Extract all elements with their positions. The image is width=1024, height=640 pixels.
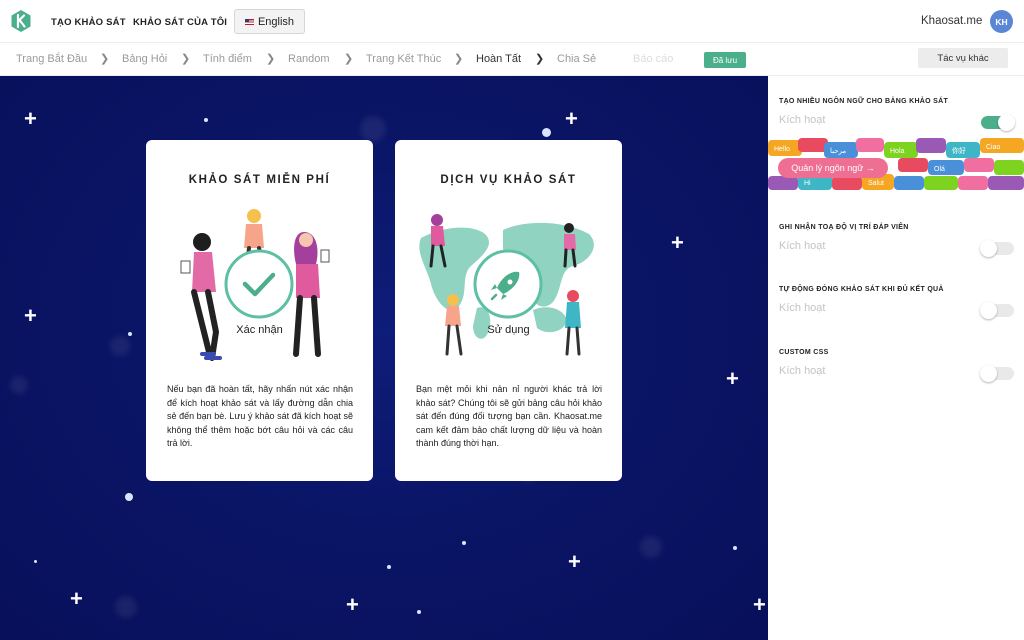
- custom-css-toggle[interactable]: [980, 365, 1014, 382]
- setting-title-location: GHI NHẬN TOẠ ĐỘ VỊ TRÍ ĐÁP VIÊN: [779, 224, 909, 231]
- sparkle-icon: +: [753, 592, 766, 617]
- sparkle-icon: +: [346, 592, 359, 617]
- chevron-right-icon: ❯: [535, 53, 545, 65]
- bokeh-dot: [115, 596, 137, 618]
- top-navbar: TẠO KHẢO SÁT KHẢO SÁT CỦA TÔI English Kh…: [0, 0, 1024, 43]
- survey-service-card[interactable]: DỊCH VỤ KHẢO SÁT Sử dụng Bạn mệt mỏi khi…: [395, 140, 622, 481]
- location-toggle[interactable]: [980, 240, 1014, 257]
- banner-word: Hello: [774, 146, 790, 153]
- sparkle-icon: +: [70, 586, 83, 611]
- language-banner: Hello مرحبا Hola 你好 Ciao Olá Hi Salut Qu…: [768, 138, 1024, 190]
- sparkle-icon: +: [24, 303, 37, 328]
- bokeh-dot: [10, 376, 28, 394]
- nav-my-surveys[interactable]: KHẢO SÁT CỦA TÔI: [133, 17, 227, 28]
- use-service-label[interactable]: Sử dụng: [395, 324, 622, 336]
- bokeh-dot: [110, 336, 130, 356]
- banner-word: Salut: [868, 180, 884, 187]
- setting-title-custom-css: CUSTOM CSS: [779, 349, 829, 356]
- star-dot: [34, 560, 37, 563]
- step-report: Báo cáo: [633, 53, 674, 65]
- saved-status-badge: Đã lưu: [704, 52, 746, 68]
- toggle-knob: [980, 365, 997, 382]
- main-canvas: + + + + + + + + + KHẢO SÁT MIỄN PHÍ Xác …: [0, 76, 768, 640]
- account-name[interactable]: Khaosat.me: [921, 15, 982, 27]
- nav-create-survey[interactable]: TẠO KHẢO SÁT: [51, 17, 126, 28]
- step-random[interactable]: Random: [288, 53, 330, 65]
- avatar[interactable]: KH: [990, 10, 1013, 33]
- star-dot: [417, 610, 421, 614]
- free-survey-card[interactable]: KHẢO SÁT MIỄN PHÍ Xác nhận Nếu bạn đã ho…: [146, 140, 373, 481]
- step-questionnaire[interactable]: Bảng Hỏi: [122, 53, 167, 65]
- card-title: DỊCH VỤ KHẢO SÁT: [440, 174, 577, 186]
- card-description: Nếu bạn đã hoàn tất, hãy nhấn nút xác nh…: [167, 384, 353, 448]
- multilanguage-toggle[interactable]: [981, 114, 1015, 131]
- banner-word: Hi: [804, 180, 811, 187]
- star-dot: [204, 118, 208, 122]
- setting-status-label: Kích hoạt: [779, 114, 826, 126]
- sparkle-icon: +: [568, 549, 581, 574]
- sparkle-icon: +: [671, 230, 684, 255]
- us-flag-icon: [244, 18, 254, 25]
- sparkle-icon: +: [24, 106, 37, 131]
- banner-word: 你好: [952, 146, 966, 155]
- step-start-page[interactable]: Trang Bắt Đầu: [16, 53, 87, 65]
- bokeh-dot: [640, 536, 662, 558]
- chevron-right-icon: ❯: [344, 53, 354, 65]
- banner-word: مرحبا: [830, 147, 846, 155]
- star-dot: [125, 493, 133, 501]
- star-dot: [387, 565, 391, 569]
- chevron-right-icon: ❯: [266, 53, 276, 65]
- settings-panel: TẠO NHIỀU NGÔN NGỮ CHO BẢNG KHẢO SÁT Kíc…: [768, 76, 1024, 640]
- chevron-right-icon: ❯: [181, 53, 191, 65]
- setting-status-label: Kích hoạt: [779, 365, 826, 377]
- star-dot: [733, 546, 737, 550]
- card-title: KHẢO SÁT MIỄN PHÍ: [188, 174, 331, 186]
- confirm-label[interactable]: Xác nhận: [146, 324, 373, 336]
- k-logo-icon[interactable]: [11, 10, 31, 32]
- star-dot: [462, 541, 466, 545]
- banner-word: Hola: [890, 148, 905, 155]
- toggle-knob: [980, 240, 997, 257]
- chevron-right-icon: ❯: [454, 53, 464, 65]
- step-finish[interactable]: Hoàn Tất: [476, 53, 521, 65]
- banner-word: Ciao: [986, 144, 1001, 151]
- service-illustration: [419, 214, 594, 356]
- setting-status-label: Kích hoạt: [779, 302, 826, 314]
- more-actions-button[interactable]: Tác vụ khác: [918, 48, 1008, 68]
- sparkle-icon: +: [565, 106, 578, 131]
- card-description: Bạn mệt mỏi khi nản nỉ người khác trả lờ…: [416, 384, 602, 448]
- sparkle-icon: +: [726, 366, 739, 391]
- step-end-page[interactable]: Trang Kết Thúc: [366, 53, 441, 65]
- toggle-knob: [980, 302, 997, 319]
- star-dot: [128, 332, 132, 336]
- step-share[interactable]: Chia Sẻ: [557, 53, 596, 65]
- setting-status-label: Kích hoạt: [779, 240, 826, 252]
- confirm-illustration: [180, 209, 330, 361]
- chevron-right-icon: ❯: [100, 53, 110, 65]
- toggle-knob: [998, 114, 1015, 131]
- manage-languages-button[interactable]: Quản lý ngôn ngữ →: [778, 158, 888, 178]
- setting-title-auto-close: TỰ ĐỘNG ĐÓNG KHẢO SÁT KHI ĐỦ KẾT QUẢ: [779, 286, 944, 293]
- step-scoring[interactable]: Tính điểm: [203, 53, 252, 65]
- star-dot: [542, 128, 551, 137]
- auto-close-toggle[interactable]: [980, 302, 1014, 319]
- banner-word: Olá: [934, 166, 945, 173]
- setting-title-multilanguage: TẠO NHIỀU NGÔN NGỮ CHO BẢNG KHẢO SÁT: [779, 98, 949, 105]
- language-selector-button[interactable]: English: [234, 9, 305, 34]
- step-navigation: Trang Bắt Đầu ❯ Bảng Hỏi ❯ Tính điểm ❯ R…: [0, 43, 1024, 76]
- bokeh-dot: [360, 116, 386, 142]
- language-label: English: [257, 15, 295, 28]
